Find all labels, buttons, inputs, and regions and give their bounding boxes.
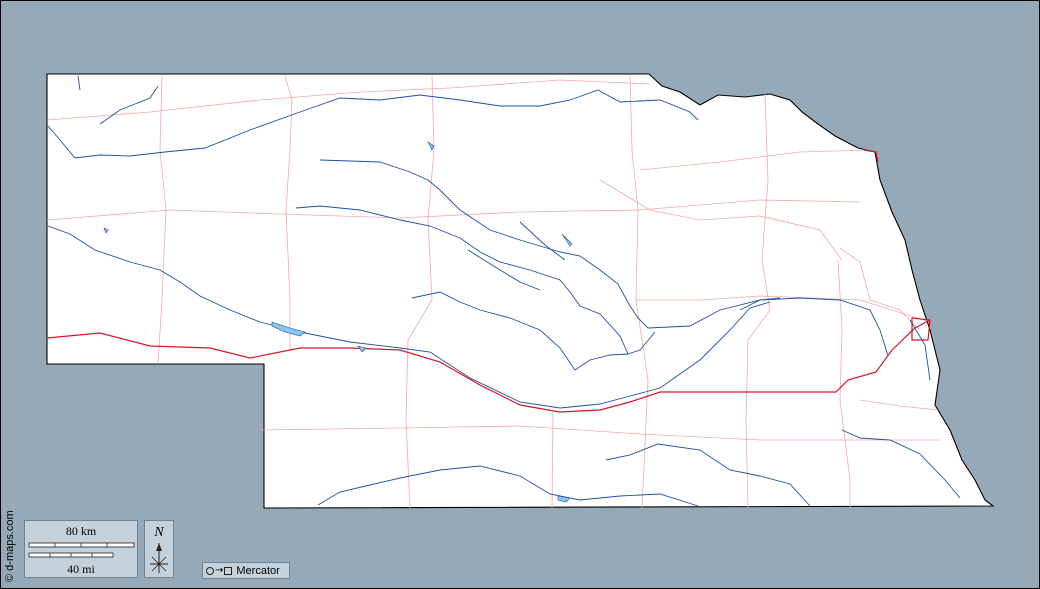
- nebraska-land: [46, 73, 995, 509]
- credit-text: © d-maps.com: [4, 510, 16, 582]
- circle-icon: [206, 566, 214, 575]
- scale-bar: 80 km 40 mi: [24, 520, 138, 578]
- map: [0, 0, 1040, 589]
- projection-name: Mercator: [236, 564, 280, 577]
- scale-mi-label: 40 mi: [67, 562, 95, 576]
- compass-icon: [150, 543, 168, 573]
- arrow-right-icon: →: [215, 564, 224, 576]
- square-icon: [224, 566, 233, 575]
- north-arrow: N: [144, 520, 174, 578]
- projection-label: → Mercator: [202, 562, 290, 579]
